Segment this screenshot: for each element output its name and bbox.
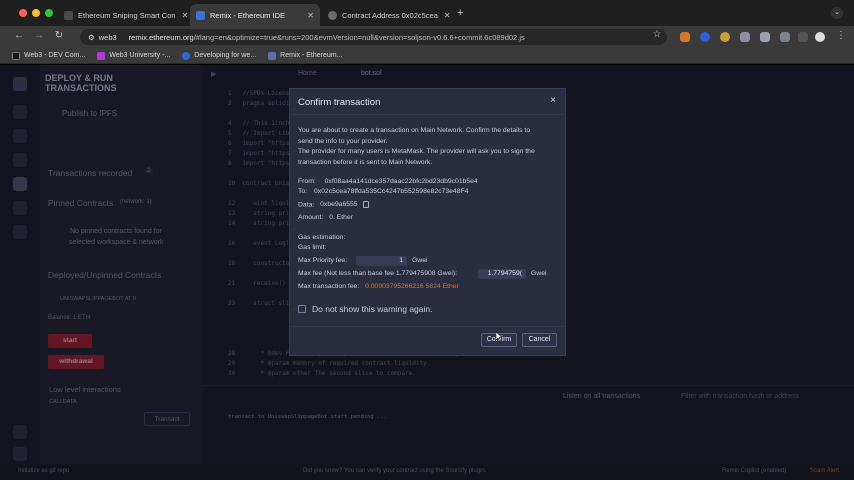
data-label: Data: [298,201,315,209]
priority-unit: Gwei [412,257,428,264]
new-tab-plus-icon[interactable]: + [457,7,463,19]
screen: Ethereum Sniping Smart Con ✕ Remix - Eth… [0,0,854,480]
forward-arrow-icon[interactable]: → [32,30,46,41]
site-chip-label: web3 [98,32,117,42]
description-line: transaction before it is sent to Main Ne… [298,158,433,166]
modal-title: Confirm transaction [298,97,381,108]
url-bar[interactable]: ⚙ web3 remix.ethereum.org /#lang=en&opti… [80,29,667,45]
max-priority-fee-input[interactable]: 1 [356,256,407,266]
to-address: 0x02c5cea78ffda535Cc4247b552598e82c73e48… [313,188,469,195]
confirm-transaction-modal: Confirm transaction × You are about to c… [289,88,566,356]
max-fee-input[interactable]: 1.7794759( [478,269,526,279]
amount-label: Amount: [298,214,324,221]
bookmark-item[interactable]: Remix - Ethereum... [268,51,343,60]
sidebar-icon[interactable] [798,32,808,42]
modal-header: Confirm transaction × [290,89,565,115]
data-value: 0xbe9a6555 [320,201,358,209]
mouse-pointer-icon [496,332,503,342]
bookmark-item[interactable]: Web3 - DEV Com... [12,51,86,60]
copy-icon[interactable] [363,201,370,208]
address-toolbar: ← → ↻ ⚙ web3 remix.ethereum.org /#lang=e… [0,26,854,48]
reload-icon[interactable]: ↻ [52,30,66,41]
close-icon[interactable]: × [550,95,556,106]
description-line: The provider for many users is MetaMask.… [298,148,535,155]
max-fee-unit: Gwei [531,270,547,277]
remix-logo-icon [196,10,205,20]
etherscan-icon [328,10,337,20]
data-row: Data: 0xbe9a6555 [298,201,370,209]
from-row: From: 0xf08aa4a141dce357daac22bfc2bd23db… [298,178,478,185]
bookmark-label: Web3 - DEV Com... [24,52,86,59]
bookmark-label: Web3 University -... [109,52,171,59]
minimize-window-icon[interactable] [32,9,40,17]
site-settings-icon: ⚙ [88,32,95,42]
tab-label: Contract Address 0x02c5cea [342,10,438,20]
from-label: From: [298,178,316,185]
puzzle-extensions-icon[interactable] [780,32,790,42]
tab-search-chevron-icon[interactable]: ⌄ [831,7,843,19]
extension-icon[interactable] [720,32,730,42]
max-fee-label: Max fee (Not less than base fee 1.779475… [298,270,458,277]
dont-show-label[interactable]: Do not show this warning again. [312,304,433,314]
max-tx-fee-value: 0.00003795266216 5824 Ether [365,283,459,290]
bookmark-label: Developing for we... [194,52,257,59]
tab-label: Ethereum Sniping Smart Con [78,10,176,20]
max-priority-fee-label: Max Priority fee: [298,257,348,264]
gas-limit-label: Gas limit: [298,244,327,251]
to-row: To: 0x02c5cea78ffda535Cc4247b552598e82c7… [298,188,468,195]
site-info-chip[interactable]: ⚙ web3 [88,33,117,42]
browser-tab-sniping[interactable]: Ethereum Sniping Smart Con ✕ [58,4,188,26]
description-line: send the info to your provider. [298,137,388,145]
browser-tab-bar: Ethereum Sniping Smart Con ✕ Remix - Eth… [0,0,854,26]
from-address: 0xf08aa4a141dce357daac22bfc2bd23db9c01b5… [324,178,478,185]
amount-value: 0. Ether [329,214,354,221]
profile-avatar-icon[interactable] [815,32,825,42]
max-tx-fee-label: Max transaction fee: [298,283,360,290]
browser-tab-contract[interactable]: Contract Address 0x02c5cea ✕ [322,4,452,26]
close-tab-icon[interactable]: ✕ [176,11,188,20]
remix-logo-icon [268,51,277,60]
close-tab-icon[interactable]: ✕ [438,11,451,20]
web-icon [182,51,191,60]
url-rest: /#lang=en&optimize=true&runs=200&evmVers… [193,32,525,42]
max-transaction-fee-row: Max transaction fee: 0.00003795266216 58… [298,283,459,290]
dont-show-checkbox[interactable] [298,305,306,313]
close-window-icon[interactable] [19,9,27,17]
page-icon [64,10,73,20]
url-main: remix.ethereum.org [128,32,194,42]
modal-footer-divider [290,326,565,327]
dev-logo-icon [12,51,20,60]
extension-icon[interactable] [700,32,710,42]
more-menu-icon[interactable]: ⋮ [834,30,848,41]
browser-tab-remix[interactable]: Remix - Ethereum IDE ✕ [190,4,320,26]
bookmarks-bar: Web3 - DEV Com... Web3 University -... D… [0,48,854,64]
gas-estimation-label: Gas estimation: [298,234,346,241]
bookmark-item[interactable]: Developing for we... [182,51,257,60]
close-tab-icon[interactable]: ✕ [301,11,314,20]
back-arrow-icon[interactable]: ← [12,30,26,41]
web3-university-icon [97,51,106,60]
cancel-button[interactable]: Cancel [522,333,557,347]
to-label: To: [298,188,308,195]
extension-icon[interactable] [760,32,770,42]
bookmark-item[interactable]: Web3 University -... [97,51,171,60]
extension-icon[interactable] [740,32,750,42]
modal-description: You are about to create a transaction on… [298,126,535,168]
bookmark-star-icon[interactable]: ☆ [650,29,664,40]
description-line: You are about to create a transaction on… [298,127,531,134]
tab-label: Remix - Ethereum IDE [210,10,286,20]
maximize-window-icon[interactable] [45,9,53,17]
metamask-extension-icon[interactable] [680,32,690,42]
bookmark-label: Remix - Ethereum... [280,52,343,59]
amount-row: Amount: 0. Ether [298,214,353,221]
